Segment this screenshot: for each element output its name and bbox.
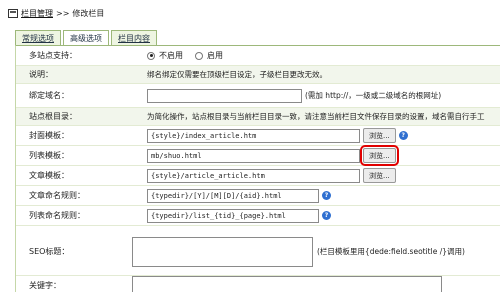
- keywords-label: 关键字：: [29, 281, 61, 290]
- index-template-browse-button[interactable]: 浏览...: [363, 128, 396, 143]
- advanced-options-panel: 多站点支持： 不启用 启用 说明： 绑名绑定仅需要在顶级栏目设定，子级栏目更改无…: [15, 45, 500, 292]
- seo-label: SEO标题：: [29, 247, 70, 256]
- multisite-row: 多站点支持： 不启用 启用: [16, 46, 500, 66]
- multisite-label: 多站点支持：: [29, 51, 77, 60]
- breadcrumb-separator: >>: [56, 8, 70, 18]
- help-icon[interactable]: ?: [322, 211, 331, 220]
- domain-hint: (需加 http://，一级或二级域名的根网址): [305, 91, 442, 100]
- siteroot-label: 站点根目录：: [29, 112, 77, 121]
- siteroot-row: 站点根目录： 为简化操作，站点根目录与当前栏目目录一致，请注意当前栏目文件保存目…: [16, 108, 500, 126]
- help-icon[interactable]: ?: [398, 131, 408, 140]
- seo-row: SEO标题： (栏目模板里用{dede:field.seotitle /}调用): [16, 226, 500, 276]
- list-rule-input[interactable]: {typedir}/list_{tid}_{page}.html: [147, 208, 319, 223]
- domain-label: 绑定域名：: [29, 91, 69, 100]
- list-rule-row: 列表命名规则： {typedir}/list_{tid}_{page}.html…: [16, 206, 500, 226]
- multisite-off-radio[interactable]: [147, 51, 155, 60]
- breadcrumb-root-link[interactable]: 栏目管理: [21, 8, 53, 19]
- list-template-label: 列表模板：: [29, 151, 69, 160]
- list-template-input[interactable]: mb/shuo.html: [147, 148, 360, 163]
- tab-content[interactable]: 栏目内容: [111, 30, 157, 45]
- seo-hint: (栏目模板里用{dede:field.seotitle /}调用): [317, 247, 465, 256]
- seo-textarea[interactable]: [132, 237, 313, 267]
- multisite-on-radio[interactable]: [195, 51, 203, 60]
- article-rule-label: 文章命名规则：: [29, 191, 85, 200]
- index-template-input[interactable]: {style}/index_article.htm: [147, 128, 360, 143]
- explain-label: 说明：: [29, 70, 53, 79]
- article-template-input[interactable]: {style}/article_article.htm: [147, 168, 360, 183]
- keywords-row: 关键字：: [16, 276, 500, 292]
- siteroot-text: 为简化操作，站点根目录与当前栏目目录一致，请注意当前栏目文件保存目录的设置，域名…: [147, 112, 485, 121]
- list-template-browse-button[interactable]: 浏览...: [360, 145, 399, 166]
- article-template-label: 文章模板：: [29, 171, 69, 180]
- help-icon[interactable]: ?: [322, 191, 331, 200]
- list-rule-label: 列表命名规则：: [29, 211, 85, 220]
- article-template-row: 文章模板： {style}/article_article.htm 浏览...: [16, 166, 500, 186]
- multisite-on-label: 启用: [207, 51, 223, 60]
- domain-input[interactable]: [147, 88, 302, 103]
- index-template-row: 封面模板： {style}/index_article.htm 浏览... ?: [16, 126, 500, 146]
- tab-general[interactable]: 常规选项: [15, 30, 61, 45]
- index-template-label: 封面模板：: [29, 131, 69, 140]
- breadcrumb: 栏目管理 >> 修改栏目: [8, 6, 104, 20]
- folder-icon: [8, 8, 18, 18]
- breadcrumb-current: 修改栏目: [72, 8, 105, 18]
- explain-row: 说明： 绑名绑定仅需要在顶级栏目设定，子级栏目更改无效。: [16, 66, 500, 84]
- list-template-row: 列表模板： mb/shuo.html 浏览...: [16, 145, 500, 166]
- keywords-textarea[interactable]: [132, 276, 442, 292]
- domain-row: 绑定域名： (需加 http://，一级或二级域名的根网址): [16, 84, 500, 108]
- article-template-browse-button[interactable]: 浏览...: [363, 168, 396, 183]
- article-rule-row: 文章命名规则： {typedir}/[Y]/[M][D]/{aid}.html …: [16, 186, 500, 206]
- explain-text: 绑名绑定仅需要在顶级栏目设定，子级栏目更改无效。: [147, 70, 327, 79]
- multisite-off-label: 不启用: [159, 51, 183, 60]
- tab-advanced[interactable]: 高级选项: [63, 30, 109, 46]
- tab-bar: 常规选项 高级选项 栏目内容: [15, 30, 159, 46]
- article-rule-input[interactable]: {typedir}/[Y]/[M][D]/{aid}.html: [147, 188, 319, 203]
